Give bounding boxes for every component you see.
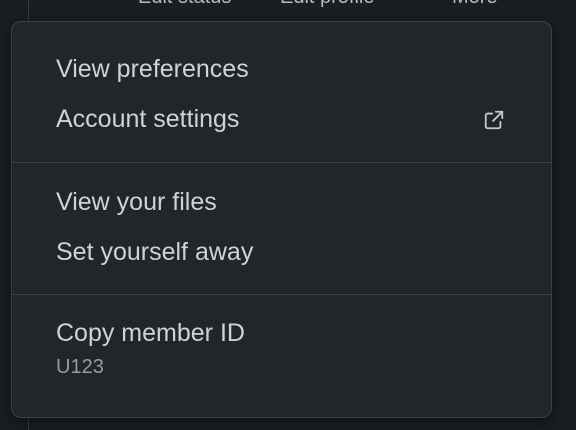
menu-item-account-settings[interactable]: Account settings: [12, 96, 551, 142]
menu-item-label: Copy member ID: [56, 319, 245, 347]
edit-status-link[interactable]: Edit status: [138, 0, 231, 9]
profile-context-menu: View preferences Account settings View y…: [11, 21, 552, 418]
edit-profile-link[interactable]: Edit profile: [280, 0, 375, 9]
menu-item-label: View your files: [56, 188, 217, 216]
background-profile-actions: Edit status Edit profile More: [0, 0, 576, 9]
menu-item-label: Set yourself away: [56, 238, 254, 266]
menu-divider: [12, 162, 551, 163]
menu-item-set-yourself-away[interactable]: Set yourself away: [12, 229, 551, 275]
menu-item-copy-member-id[interactable]: Copy member ID: [12, 310, 551, 356]
menu-item-view-your-files[interactable]: View your files: [12, 179, 551, 225]
external-link-icon: [484, 110, 504, 130]
menu-item-label: View preferences: [56, 55, 249, 83]
menu-item-label: Account settings: [56, 105, 240, 133]
menu-item-view-preferences[interactable]: View preferences: [12, 46, 551, 92]
more-link[interactable]: More: [452, 0, 498, 9]
member-id-value: U123: [56, 356, 104, 378]
menu-divider: [12, 294, 551, 295]
